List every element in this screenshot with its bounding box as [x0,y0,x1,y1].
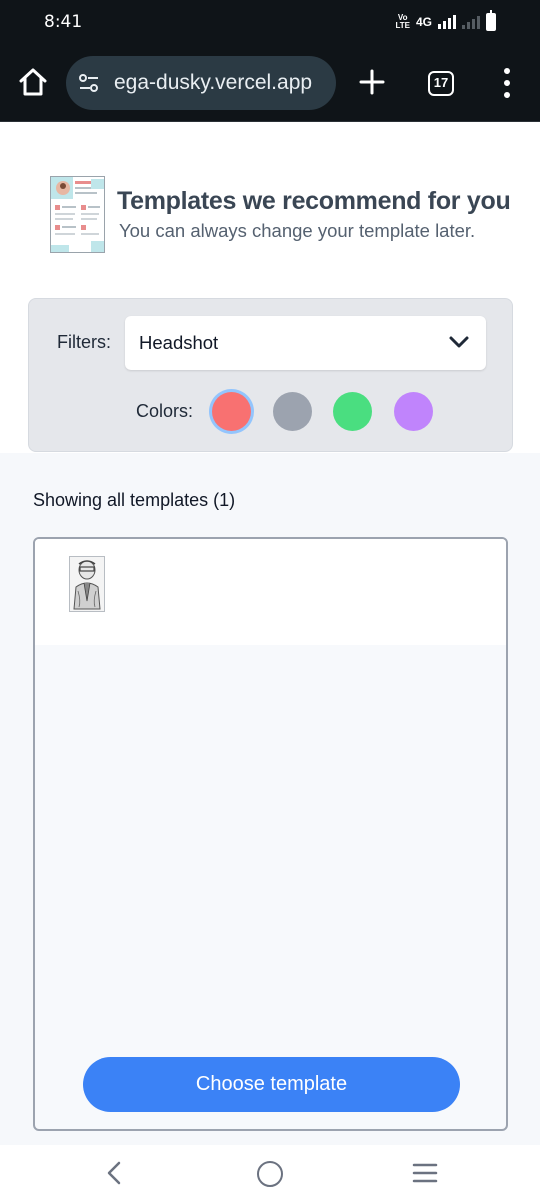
system-nav-bar [0,1145,540,1202]
colors-label: Colors: [136,401,194,421]
chevron-down-icon [449,336,469,348]
headshot-template-thumbnail[interactable] [69,556,105,612]
status-time: 8:41 [44,12,83,32]
recent-apps-icon[interactable] [411,1162,439,1184]
page-subtitle: You can always change your template late… [119,220,476,241]
browser-toolbar: ega-dusky.vercel.app 17 [0,44,540,122]
home-icon[interactable] [16,65,50,99]
filters-panel: Filters: Headshot Colors: [28,298,513,452]
home-circle-icon[interactable] [257,1161,283,1187]
status-bar: 8:41 Vo LTE 4G [0,0,540,44]
templates-list: Choose template [33,537,508,1131]
network-type-label: 4G [415,15,432,29]
new-tab-plus-icon[interactable] [358,68,386,96]
tab-switcher-icon[interactable]: 17 [428,71,454,96]
url-text[interactable]: ega-dusky.vercel.app [114,71,328,95]
template-item[interactable] [35,539,506,645]
page-title: Templates we recommend for you [117,187,511,215]
color-swatch-gray[interactable] [273,392,312,431]
filter-select[interactable]: Headshot [125,316,486,370]
choose-template-button[interactable]: Choose template [83,1057,460,1112]
back-icon[interactable] [100,1158,130,1188]
filters-label: Filters: [57,332,111,352]
color-swatch-purple[interactable] [394,392,433,431]
recommended-template-thumbnail [50,176,105,253]
overflow-menu-icon[interactable] [500,68,514,98]
filter-selected-value: Headshot [139,332,219,353]
address-bar[interactable]: ega-dusky.vercel.app [66,56,336,110]
results-count: Showing all templates (1) [33,490,236,510]
battery-icon [486,10,496,31]
site-settings-icon[interactable] [78,73,100,93]
color-swatch-green[interactable] [333,392,372,431]
volte-icon: Vo LTE [395,13,410,30]
signal-weak-icon [462,15,480,29]
status-icons: Vo LTE 4G [395,10,496,33]
color-swatch-red[interactable] [212,392,251,431]
signal-strength-icon [438,15,456,29]
